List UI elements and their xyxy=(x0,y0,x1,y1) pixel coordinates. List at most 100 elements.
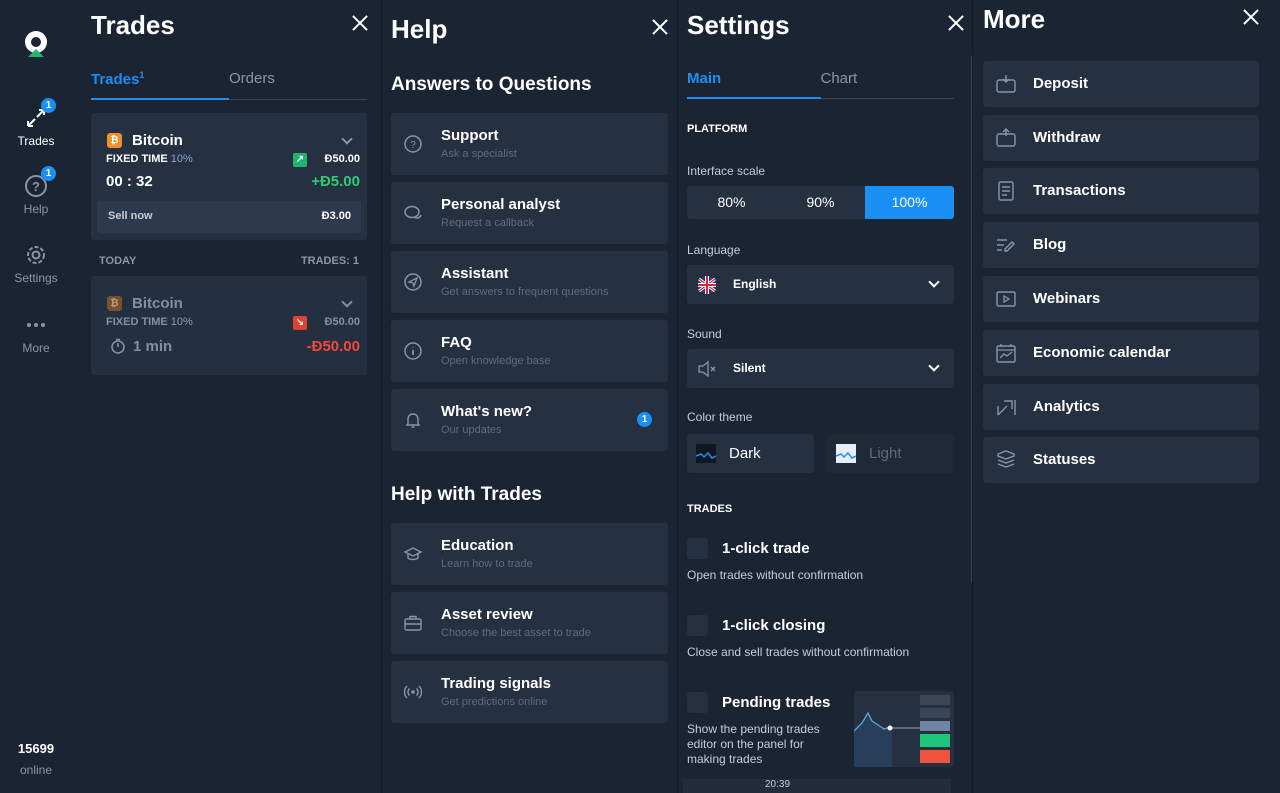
closed-trade-card[interactable]: ₿ Bitcoin FIXED TIME 10% ↘ Ð50.00 1 min … xyxy=(91,276,367,375)
scale-option-100[interactable]: 100% xyxy=(865,186,954,219)
tab-trades-count: 1 xyxy=(139,70,145,80)
sell-now-label: Sell now xyxy=(108,210,153,222)
closed-trade-pct: 10% xyxy=(170,316,193,328)
more-item-transactions[interactable]: Transactions xyxy=(983,168,1259,214)
help-panel: Help Answers to Questions ? Support Ask … xyxy=(381,0,677,793)
trade-timer: 00 : 32 xyxy=(106,173,153,190)
arrow-up-icon: ↗ xyxy=(293,153,307,167)
platform-heading: PLATFORM xyxy=(687,123,748,135)
help-item-support[interactable]: ? Support Ask a specialist xyxy=(391,113,668,175)
briefcase-icon xyxy=(404,615,422,631)
more-panel: More Deposit Withdraw Transactions Blog … xyxy=(972,0,1280,793)
chevron-down-icon[interactable] xyxy=(341,133,353,145)
pending-trades-desc: Show the pending trades editor on the pa… xyxy=(687,722,820,766)
speaker-muted-icon xyxy=(698,360,716,378)
left-rail: 1 Trades ? 1 Help Settings More 15699 on… xyxy=(0,0,72,793)
one-click-trade-checkbox[interactable] xyxy=(687,538,708,559)
help-item-sub: Ask a specialist xyxy=(441,148,517,160)
theme-light-option[interactable]: Light xyxy=(827,434,954,473)
trade-pct: 10% xyxy=(170,153,193,165)
trade-type: FIXED TIME 10% xyxy=(106,153,193,165)
play-screen-icon xyxy=(996,291,1016,307)
active-trade-card[interactable]: ₿ Bitcoin FIXED TIME 10% ↗ Ð50.00 00 : 3… xyxy=(91,113,367,240)
svg-text:?: ? xyxy=(410,140,416,151)
close-more-button[interactable] xyxy=(1242,8,1260,26)
theme-dark-option[interactable]: Dark xyxy=(687,434,814,473)
rail-item-more[interactable]: More xyxy=(0,313,72,355)
language-select[interactable]: English xyxy=(687,265,954,304)
help-item-faq[interactable]: FAQ Open knowledge base xyxy=(391,320,668,382)
wallet-out-icon xyxy=(996,128,1016,147)
help-item-title: Support xyxy=(441,127,499,144)
question-circle-icon: ? xyxy=(404,135,422,153)
calendar-chart-icon xyxy=(996,344,1016,363)
sound-select[interactable]: Silent xyxy=(687,349,954,388)
sell-now-button[interactable]: Sell now Ð3.00 xyxy=(97,201,361,233)
bell-icon xyxy=(405,413,421,428)
one-click-closing-checkbox[interactable] xyxy=(687,615,708,636)
timer-icon xyxy=(111,338,125,354)
info-icon xyxy=(404,342,422,360)
tab-chart[interactable]: Chart xyxy=(821,70,955,98)
layers-icon xyxy=(997,450,1015,468)
scale-option-90[interactable]: 90% xyxy=(776,186,865,219)
help-item-assistant[interactable]: Assistant Get answers to frequent questi… xyxy=(391,251,668,313)
theme-dark-label: Dark xyxy=(729,445,761,462)
pending-trades-checkbox[interactable] xyxy=(687,692,708,713)
closed-trade-type: FIXED TIME 10% xyxy=(106,316,193,328)
closed-trade-type-label: FIXED TIME xyxy=(106,316,168,328)
tab-trades[interactable]: Trades1 xyxy=(91,70,229,100)
help-item-whats-new[interactable]: What's new? Our updates 1 xyxy=(391,389,668,451)
more-item-economic-calendar[interactable]: Economic calendar xyxy=(983,330,1259,376)
more-item-analytics[interactable]: Analytics xyxy=(983,384,1259,430)
help-circle-icon: ? 1 xyxy=(24,166,56,198)
pending-trades-label: Pending trades xyxy=(722,694,831,711)
help-item-trading-signals[interactable]: Trading signals Get predictions online xyxy=(391,661,668,723)
one-click-closing-label: 1-click closing xyxy=(722,617,826,634)
help-item-personal-analyst[interactable]: Personal analyst Request a callback xyxy=(391,182,668,244)
arrow-down-icon: ↘ xyxy=(293,316,307,330)
help-item-sub: Get predictions online xyxy=(441,696,548,708)
sound-value: Silent xyxy=(733,361,766,375)
help-item-sub: Get answers to frequent questions xyxy=(441,286,609,298)
more-item-label: Withdraw xyxy=(1033,129,1101,146)
more-item-blog[interactable]: Blog xyxy=(983,222,1259,268)
rail-item-settings[interactable]: Settings xyxy=(0,243,72,285)
help-item-sub: Choose the best asset to trade xyxy=(441,627,591,639)
close-settings-button[interactable] xyxy=(947,14,965,32)
sell-now-value: Ð3.00 xyxy=(321,210,351,222)
tab-main[interactable]: Main xyxy=(687,70,821,99)
help-item-title: Education xyxy=(441,537,514,554)
scale-option-80[interactable]: 80% xyxy=(687,186,776,219)
chevron-down-icon[interactable] xyxy=(341,296,353,308)
help-item-asset-review[interactable]: Asset review Choose the best asset to tr… xyxy=(391,592,668,654)
more-item-deposit[interactable]: Deposit xyxy=(983,61,1259,107)
settings-tabs: Main Chart xyxy=(687,70,954,99)
svg-text:?: ? xyxy=(32,179,40,194)
tab-orders[interactable]: Orders xyxy=(229,70,367,99)
dots-icon xyxy=(24,313,48,337)
close-help-button[interactable] xyxy=(651,18,669,36)
more-item-statuses[interactable]: Statuses xyxy=(983,437,1259,483)
more-item-label: Economic calendar xyxy=(1033,344,1171,361)
time-bar: 20:39 xyxy=(683,779,951,793)
help-item-education[interactable]: Education Learn how to trade xyxy=(391,523,668,585)
rail-item-help[interactable]: ? 1 Help xyxy=(0,166,72,216)
bitcoin-icon: ₿ xyxy=(107,133,122,148)
trades-heading: TRADES xyxy=(687,503,733,515)
more-item-withdraw[interactable]: Withdraw xyxy=(983,115,1259,161)
help-item-title: Trading signals xyxy=(441,675,552,692)
trade-type-label: FIXED TIME xyxy=(106,153,168,165)
rail-label-more: More xyxy=(22,341,50,355)
rail-label-help: Help xyxy=(23,202,49,216)
rail-item-trades[interactable]: 1 Trades xyxy=(0,98,72,148)
trades-title: Trades xyxy=(91,10,175,40)
help-section-trades: Help with Trades xyxy=(391,484,542,505)
close-trades-button[interactable] xyxy=(351,14,369,32)
more-item-webinars[interactable]: Webinars xyxy=(983,276,1259,322)
help-item-sub: Our updates xyxy=(441,424,502,436)
section-today: TODAY xyxy=(99,255,137,267)
rail-label-settings: Settings xyxy=(14,271,58,285)
logo-icon xyxy=(25,31,47,57)
gear-icon xyxy=(24,243,48,267)
